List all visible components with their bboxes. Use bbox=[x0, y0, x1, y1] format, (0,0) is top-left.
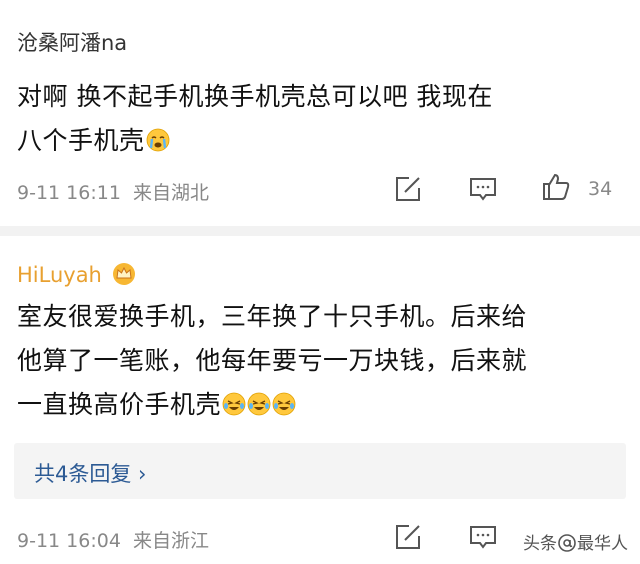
like-count: 34 bbox=[588, 178, 613, 200]
comment-date: 9-11 16:11 bbox=[17, 182, 121, 204]
comment-text-line: 他算了一笔账，他每年要亏一万块钱，后来就 bbox=[17, 346, 528, 375]
repost-icon[interactable] bbox=[393, 174, 423, 204]
comment-username[interactable]: HiLuyah bbox=[17, 263, 102, 287]
crying-emoji-icon bbox=[146, 128, 169, 152]
comment-text: 室友很爱换手机，三年换了十只手机。后来给 他算了一笔账，他每年要亏一万块钱，后来… bbox=[17, 295, 627, 427]
comment-username[interactable]: 沧桑阿潘na bbox=[17, 27, 127, 57]
comment-meta: 9-11 16:04 来自浙江 bbox=[17, 526, 209, 553]
comment-text-line-3: 一直换高价手机壳 bbox=[17, 383, 627, 427]
section-divider bbox=[0, 226, 640, 236]
repost-icon[interactable] bbox=[393, 522, 423, 552]
comment-text-line-content: 八个手机壳 bbox=[17, 126, 145, 155]
comment-text-line: 室友很爱换手机，三年换了十只手机。后来给 bbox=[17, 302, 528, 331]
comment-text-line-2: 八个手机壳 bbox=[17, 119, 627, 163]
watermark-left: 头条 bbox=[523, 534, 557, 554]
comment-location: 来自湖北 bbox=[133, 182, 210, 204]
comment-date: 9-11 16:04 bbox=[17, 530, 121, 552]
comment-meta: 9-11 16:11 来自湖北 bbox=[17, 178, 209, 205]
laughing-crying-emoji-icon bbox=[247, 392, 271, 416]
comment-icon[interactable] bbox=[468, 174, 498, 204]
comment-text-line-content: 一直换高价手机壳 bbox=[17, 390, 222, 419]
comment-card: HiLuyah 室友很爱换手机，三年换了十只手机。后来给 他算了一笔账，他每年要… bbox=[0, 236, 640, 564]
crown-badge-icon bbox=[113, 263, 135, 285]
replies-label: 共4条回复 › bbox=[34, 462, 147, 486]
laughing-crying-emoji-icon bbox=[272, 392, 296, 416]
view-replies-button[interactable]: 共4条回复 › bbox=[14, 443, 626, 499]
watermark: 头条 最华人 bbox=[523, 529, 628, 554]
watermark-right: 最华人 bbox=[577, 534, 628, 554]
comment-card: 沧桑阿潘na 对啊 换不起手机换手机壳总可以吧 我现在 八个手机壳 9-11 1… bbox=[0, 0, 640, 226]
comment-location: 来自浙江 bbox=[133, 530, 210, 552]
comment-text-line: 对啊 换不起手机换手机壳总可以吧 我现在 bbox=[17, 82, 493, 111]
like-icon[interactable] bbox=[541, 172, 571, 202]
at-icon bbox=[558, 534, 576, 552]
laughing-crying-emoji-icon bbox=[222, 392, 246, 416]
comment-icon[interactable] bbox=[468, 522, 498, 552]
comment-text: 对啊 换不起手机换手机壳总可以吧 我现在 八个手机壳 bbox=[17, 75, 627, 163]
